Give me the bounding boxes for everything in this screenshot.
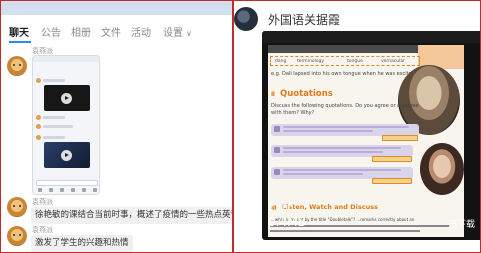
sender-avatar-icon[interactable] [7,226,27,246]
tab-activities[interactable]: 活动 [131,27,151,41]
file-size-label: 0.4MB [268,215,306,229]
quote-author-tag [372,178,412,184]
section-number: Ⅱ [271,91,275,98]
chevron-down-icon: ∨ [186,29,192,38]
tab-files[interactable]: 文件 [101,27,121,41]
download-status-label[interactable]: 已下载 [448,217,475,230]
contact-avatar-icon[interactable] [234,7,258,31]
phone-message-row [36,78,98,83]
chat-title: 外国语关据霞 [268,13,341,27]
section-prompt: with them? Why? [271,110,315,116]
message-sender-name: 袁燕派 [32,198,53,206]
image-file-preview[interactable]: dang terminology tongue vernacular e.g. … [262,31,480,240]
vocab-word: tongue [347,59,363,64]
quote-author-tag [382,135,418,141]
phone-input-box [36,180,98,186]
sender-avatar-icon[interactable] [7,197,27,217]
tab-announcements[interactable]: 公告 [41,27,61,41]
tab-album[interactable]: 相册 [71,27,91,41]
play-icon [61,150,72,161]
play-icon [61,93,72,104]
shared-screenshot-image[interactable] [32,55,100,195]
textbook-page-image: dang terminology tongue vernacular e.g. … [268,45,464,237]
tab-settings[interactable]: 设置 ∨ [163,27,192,41]
page-text-line [270,230,420,232]
example-sentence: e.g. Dali lapsed into his own tongue whe… [271,71,417,77]
file-name-label: 2.png [268,203,294,213]
phone-message-row [36,135,98,140]
group-chat-panel: 聊天 公告 相册 文件 活动 设置 ∨ 袁燕派 袁燕派 徐艳敏的课结合当前时事，… [1,1,232,252]
section-title: Quotations [280,89,333,99]
phone-message-row [36,115,98,120]
preview-top-bar [262,31,480,43]
author-portrait-image [420,143,464,195]
sender-avatar-icon[interactable] [7,56,27,76]
tab-chat[interactable]: 聊天 [9,27,29,41]
phone-status-bar [33,56,99,62]
tab-settings-label: 设置 [163,28,183,39]
vocab-word: terminology [297,59,325,64]
phone-video-thumbnail [44,85,90,111]
message-bubble[interactable]: 徐艳敏的课结合当前时事，概述了疫情的一些热点英语词汇 [31,207,232,224]
active-tab-indicator [9,41,31,43]
phone-message-row [36,124,98,129]
file-preview-panel: 外国语关据霞 dang terminology tongue vernacula… [234,1,480,252]
vocab-word: dang [275,59,287,64]
section-prompt: Discuss the following quotations. Do you… [271,103,419,109]
section-title: Listen, Watch and Discuss [282,203,378,211]
vocab-word: vernacular [381,59,405,64]
phone-toolbar-icons [38,188,98,192]
quote-author-tag [372,156,412,162]
message-sender-name: 袁燕派 [32,226,53,234]
group-tab-bar: 聊天 公告 相册 文件 活动 设置 ∨ [1,27,232,43]
message-bubble[interactable]: 激发了学生的兴趣和热情 [31,235,133,252]
window-top-strip [1,1,232,15]
phone-video-thumbnail [44,142,90,168]
